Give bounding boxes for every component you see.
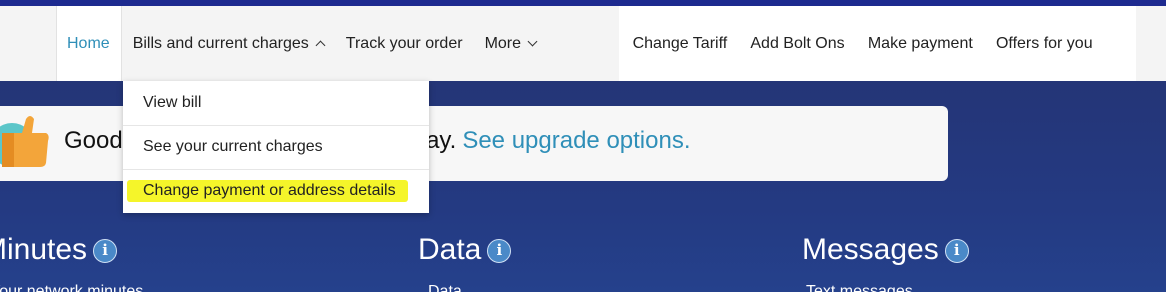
messages-title: Messages bbox=[802, 233, 939, 266]
messages-sub-label: Text messages bbox=[806, 283, 913, 292]
menu-divider bbox=[123, 169, 429, 170]
info-icon[interactable]: i bbox=[944, 239, 969, 263]
nav-add-bolt-ons[interactable]: Add Bolt Ons bbox=[739, 6, 856, 81]
menu-item-view-bill[interactable]: View bill bbox=[143, 94, 201, 112]
data-section-title: Data i bbox=[418, 233, 512, 267]
nav-track-order[interactable]: Track your order bbox=[335, 6, 474, 81]
nav-change-tariff[interactable]: Change Tariff bbox=[621, 6, 739, 81]
top-navigation-bar: Home Bills and current charges Track you… bbox=[0, 6, 1166, 81]
nav-more-dropdown[interactable]: More bbox=[474, 6, 547, 81]
nav-more-label: More bbox=[484, 34, 522, 52]
nav-home[interactable]: Home bbox=[56, 6, 122, 81]
menu-divider bbox=[123, 125, 429, 126]
chevron-down-icon bbox=[527, 36, 538, 46]
minutes-title: Minutes bbox=[0, 233, 88, 266]
menu-item-change-payment-address[interactable]: Change payment or address details bbox=[143, 182, 396, 200]
nav-bills-label: Bills and current charges bbox=[132, 34, 309, 52]
info-icon[interactable]: i bbox=[487, 239, 512, 263]
thumbs-up-icon bbox=[0, 116, 49, 167]
chevron-up-icon bbox=[315, 40, 326, 50]
nav-offers-for-you[interactable]: Offers for you bbox=[984, 6, 1104, 81]
data-sub-label: Data bbox=[428, 283, 462, 292]
menu-item-current-charges[interactable]: See your current charges bbox=[143, 138, 323, 156]
upgrade-options-link[interactable]: See upgrade options. bbox=[462, 127, 690, 154]
minutes-section-title: Minutesi bbox=[0, 233, 118, 267]
nav-bills-dropdown[interactable]: Bills and current charges bbox=[121, 6, 335, 81]
info-icon[interactable]: i bbox=[93, 239, 118, 263]
minutes-sub-label: Your network minutes bbox=[0, 283, 144, 292]
primary-nav: Home Bills and current charges Track you… bbox=[56, 6, 547, 81]
messages-section-title: Messages i bbox=[802, 233, 969, 267]
data-title: Data bbox=[418, 233, 482, 266]
secondary-nav: Change Tariff Add Bolt Ons Make payment … bbox=[619, 6, 1136, 81]
banner-text-start: Good bbox=[64, 127, 123, 154]
nav-make-payment[interactable]: Make payment bbox=[856, 6, 984, 81]
